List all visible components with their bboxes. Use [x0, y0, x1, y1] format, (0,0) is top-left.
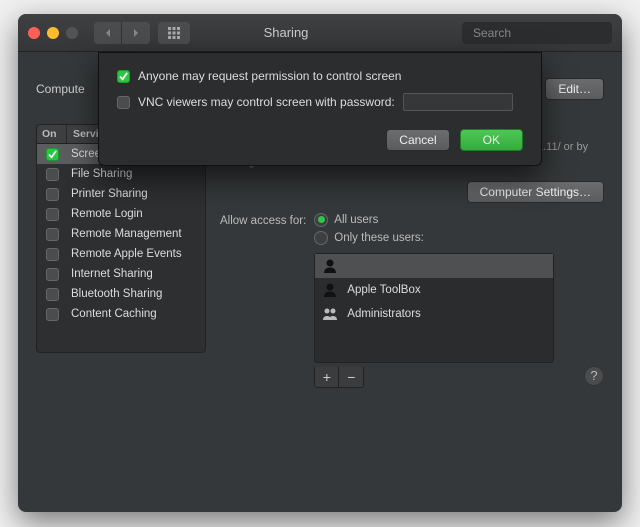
service-row[interactable]: Content Caching	[37, 304, 205, 324]
service-row[interactable]: File Sharing	[37, 164, 205, 184]
service-checkbox[interactable]	[46, 248, 59, 261]
computer-name-label: Compute	[36, 82, 85, 96]
service-label: Content Caching	[67, 308, 205, 320]
service-checkbox[interactable]	[46, 308, 59, 321]
service-label: Internet Sharing	[67, 268, 205, 280]
vnc-password-field[interactable]	[403, 93, 513, 111]
user-label: Apple ToolBox	[347, 284, 420, 296]
close-icon[interactable]	[28, 27, 40, 39]
service-label: File Sharing	[67, 168, 205, 180]
group-icon	[321, 305, 339, 323]
service-checkbox[interactable]	[46, 188, 59, 201]
service-row[interactable]: Remote Management	[37, 224, 205, 244]
preferences-window: Sharing Compute Edit… On Service Screen …	[18, 14, 622, 512]
service-checkbox[interactable]	[46, 228, 59, 241]
service-row[interactable]: Remote Login	[37, 204, 205, 224]
service-checkbox[interactable]	[46, 288, 59, 301]
user-row[interactable]	[315, 254, 553, 278]
checkbox-anyone-request[interactable]	[117, 70, 130, 83]
services-list[interactable]: Screen SharingFile SharingPrinter Sharin…	[36, 143, 206, 353]
radio-only-users-label: Only these users:	[334, 232, 423, 244]
checkbox-vnc-password[interactable]	[117, 96, 130, 109]
users-list[interactable]: Apple ToolBox Administrators	[314, 253, 554, 363]
service-checkbox[interactable]	[46, 148, 59, 161]
col-on[interactable]: On	[37, 125, 67, 143]
allow-access-label: Allow access for:	[220, 213, 306, 227]
user-row[interactable]: Administrators	[315, 302, 553, 326]
zoom-icon	[66, 27, 78, 39]
cancel-button[interactable]: Cancel	[386, 129, 449, 151]
computer-settings-sheet: Anyone may request permission to control…	[98, 52, 542, 166]
service-label: Remote Login	[67, 208, 205, 220]
service-checkbox[interactable]	[46, 268, 59, 281]
user-label: Administrators	[347, 308, 421, 320]
radio-all-users[interactable]	[314, 213, 328, 227]
ok-button[interactable]: OK	[460, 129, 523, 151]
service-checkbox[interactable]	[46, 168, 59, 181]
opt-anyone-label: Anyone may request permission to control…	[138, 69, 401, 83]
service-label: Remote Apple Events	[67, 248, 205, 260]
add-user-button[interactable]: +	[315, 367, 339, 387]
user-icon	[321, 281, 339, 299]
check-icon	[48, 150, 57, 159]
edit-button[interactable]: Edit…	[545, 78, 604, 100]
computer-settings-button[interactable]: Computer Settings…	[467, 181, 604, 203]
user-icon	[321, 257, 339, 275]
service-row[interactable]: Printer Sharing	[37, 184, 205, 204]
search-field[interactable]	[462, 22, 612, 44]
service-row[interactable]: Remote Apple Events	[37, 244, 205, 264]
window-title: Sharing	[118, 25, 454, 40]
radio-only-users[interactable]	[314, 231, 328, 245]
users-add-remove: + −	[314, 367, 364, 388]
service-row[interactable]: Internet Sharing	[37, 264, 205, 284]
user-row[interactable]: Apple ToolBox	[315, 278, 553, 302]
service-label: Printer Sharing	[67, 188, 205, 200]
radio-all-users-label: All users	[334, 214, 378, 226]
service-label: Bluetooth Sharing	[67, 288, 205, 300]
service-label: Remote Management	[67, 228, 205, 240]
search-input[interactable]	[473, 26, 622, 40]
help-button[interactable]: ?	[584, 366, 604, 386]
minimize-icon[interactable]	[47, 27, 59, 39]
remove-user-button[interactable]: −	[339, 367, 363, 387]
service-row[interactable]: Bluetooth Sharing	[37, 284, 205, 304]
service-checkbox[interactable]	[46, 208, 59, 221]
opt-vnc-label: VNC viewers may control screen with pass…	[138, 95, 395, 109]
chevron-left-icon	[103, 28, 113, 38]
window-controls	[28, 27, 78, 39]
titlebar: Sharing	[18, 14, 622, 52]
check-icon	[119, 72, 128, 81]
